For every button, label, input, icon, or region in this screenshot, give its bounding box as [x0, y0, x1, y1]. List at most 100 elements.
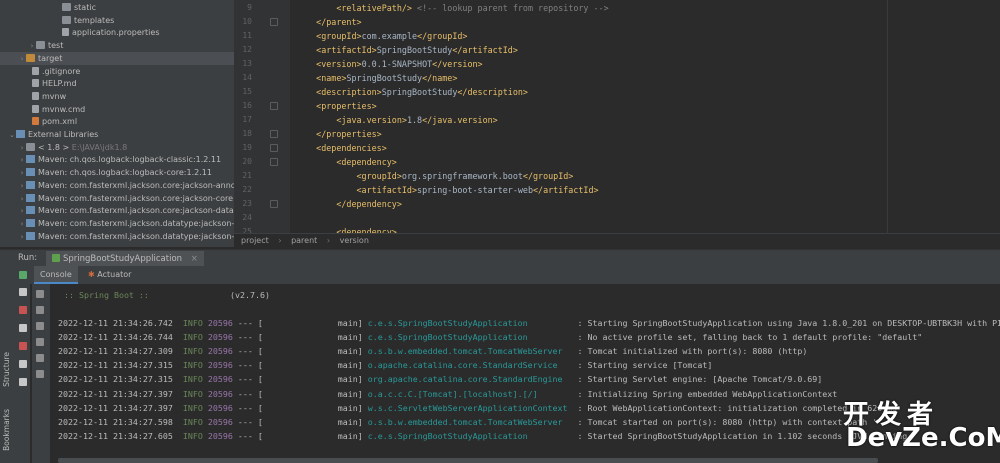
log-pid: 20596	[207, 360, 233, 371]
log-thread: --- [ main]	[232, 346, 368, 357]
xml-tag: <groupId>	[356, 171, 402, 181]
tree-item[interactable]: pom.xml	[0, 115, 234, 128]
log-logger: c.e.s.SpringBootStudyApplication	[367, 318, 578, 328]
log-pid: 20596	[207, 332, 233, 343]
xml-text: 1.8	[406, 115, 423, 125]
fold-marker-icon[interactable]	[270, 130, 278, 138]
tree-item[interactable]: › < 1.8 > E:\JAVA\jdk1.8	[0, 141, 234, 154]
xml-tag: </artifactId>	[533, 185, 599, 195]
log-time: 2022-12-11 21:34:27.315	[58, 374, 178, 385]
xml-tag: <artifactId>	[356, 185, 418, 195]
library-icon	[26, 180, 35, 189]
fold-marker-icon[interactable]	[270, 102, 278, 110]
log-logger: c.e.s.SpringBootStudyApplication	[367, 430, 578, 441]
tree-item[interactable]: ⌄ External Libraries	[0, 128, 234, 141]
log-thread: --- [ main]	[232, 416, 368, 427]
tree-item-label: test	[48, 41, 64, 51]
pin-icon[interactable]	[19, 378, 27, 386]
library-icon	[26, 168, 35, 177]
fold-marker-icon[interactable]	[270, 144, 278, 152]
xml-tag: <relativePath/>	[336, 3, 412, 13]
soft-wrap-icon[interactable]	[36, 322, 44, 330]
log-time: 2022-12-11 21:34:27.397	[58, 402, 178, 413]
xml-tag: </description>	[457, 87, 528, 97]
tree-item-label: Maven: com.fasterxml.jackson.datatype:ja…	[38, 218, 234, 228]
horizontal-scrollbar[interactable]	[58, 458, 878, 463]
folder-orange-icon	[26, 53, 35, 62]
tab-console[interactable]: Console	[34, 266, 78, 284]
log-thread: --- [ main]	[232, 388, 368, 399]
line-number: 10	[242, 17, 252, 26]
code-line: <artifactId>spring-boot-starter-web</art…	[296, 183, 599, 197]
tab-actuator[interactable]: ✱ Actuator	[82, 266, 137, 284]
log-logger: w.s.c.ServletWebServerApplicationContext	[367, 402, 578, 413]
line-number: 14	[242, 73, 252, 82]
tree-item[interactable]: templates	[0, 14, 234, 27]
tree-item[interactable]: › Maven: com.fasterxml.jackson.datatype:j…	[0, 217, 234, 230]
library-icon	[26, 218, 35, 227]
line-number: 20	[242, 157, 252, 166]
tree-item[interactable]: application.properties	[0, 26, 234, 39]
tree-item[interactable]: HELP.md	[0, 77, 234, 90]
tree-item[interactable]: .gitignore	[0, 65, 234, 78]
tree-item[interactable]: mvnw.cmd	[0, 103, 234, 116]
close-icon[interactable]: ×	[191, 254, 198, 264]
breadcrumb-item-parent[interactable]: parent	[291, 236, 317, 245]
code-line: </parent>	[296, 15, 361, 29]
xml-text: SpringBootStudy	[376, 45, 453, 55]
xml-tag: <java.version>	[336, 115, 407, 125]
run-tools-column	[15, 266, 30, 463]
jdk-icon	[26, 142, 35, 151]
fold-marker-icon[interactable]	[270, 158, 278, 166]
scroll-down-icon[interactable]	[36, 306, 44, 314]
camera-icon[interactable]	[19, 324, 27, 332]
tree-item[interactable]: › Maven: ch.qos.logback:logback-core:1.2.…	[0, 166, 234, 179]
library-icon	[26, 206, 35, 215]
print-icon[interactable]	[36, 354, 44, 362]
tree-item-label: Maven: ch.qos.logback:logback-core:1.2.1…	[38, 168, 212, 178]
run-subtabs: Console ✱ Actuator	[30, 266, 1000, 284]
tree-item[interactable]: › Maven: com.fasterxml.jackson.core:jacks…	[0, 179, 234, 192]
wrench-icon[interactable]	[19, 288, 27, 296]
tree-item[interactable]: › Maven: com.fasterxml.jackson.core:jacks…	[0, 204, 234, 217]
log-message: : Starting SpringBootStudyApplication us…	[577, 318, 1000, 328]
folder-icon	[62, 15, 71, 24]
tree-item[interactable]: static	[0, 1, 234, 14]
watermark-line2: DevZe.CoM	[846, 423, 1000, 453]
line-number: 22	[242, 185, 252, 194]
trash-icon[interactable]	[36, 370, 44, 378]
tree-item[interactable]: mvnw	[0, 90, 234, 103]
tree-item[interactable]: › Maven: ch.qos.logback:logback-classic:1…	[0, 153, 234, 166]
tree-item-label: static	[74, 3, 96, 12]
line-number: 9	[247, 3, 252, 12]
xml-text: spring-boot-starter-web	[417, 185, 534, 195]
scroll-to-end-icon[interactable]	[36, 338, 44, 346]
xml-tag: <artifactId>	[316, 45, 377, 55]
expand-arrow-icon[interactable]: ›	[18, 231, 26, 244]
log-line: 2022-12-11 21:34:26.742 INFO 20596 --- […	[58, 316, 1000, 330]
tab-actuator-label: Actuator	[97, 270, 132, 279]
code-editor[interactable]: <relativePath/> <!-- lookup parent from …	[290, 0, 887, 233]
rerun-icon[interactable]	[19, 271, 27, 279]
fold-marker-icon[interactable]	[270, 200, 278, 208]
folder-icon	[62, 3, 71, 11]
log-line: 2022-12-11 21:34:27.315 INFO 20596 --- […	[58, 358, 712, 372]
tree-item[interactable]: › test	[0, 39, 234, 52]
tree-item[interactable]: › Maven: com.fasterxml.jackson.core:jacks…	[0, 192, 234, 205]
bookmarks-tool-label[interactable]: Bookmarks	[2, 409, 11, 451]
breadcrumb-item-project[interactable]: project	[241, 236, 269, 245]
layout-icon[interactable]	[19, 360, 27, 368]
exit-icon[interactable]	[19, 342, 27, 350]
fold-marker-icon[interactable]	[270, 18, 278, 26]
scroll-up-icon[interactable]	[36, 290, 44, 298]
tree-item[interactable]: › target	[0, 51, 234, 65]
breadcrumb-item-version[interactable]: version	[340, 236, 369, 245]
xml-tag: </java.version>	[422, 115, 498, 125]
log-pid: 20596	[207, 416, 233, 427]
log-pid: 20596	[207, 430, 233, 441]
structure-tool-label[interactable]: Structure	[2, 352, 11, 387]
stop-icon[interactable]	[19, 306, 27, 314]
xml-tag: </name>	[422, 73, 458, 83]
tree-item[interactable]: › Maven: com.fasterxml.jackson.datatype:j…	[0, 230, 234, 243]
log-level: INFO	[177, 402, 208, 413]
